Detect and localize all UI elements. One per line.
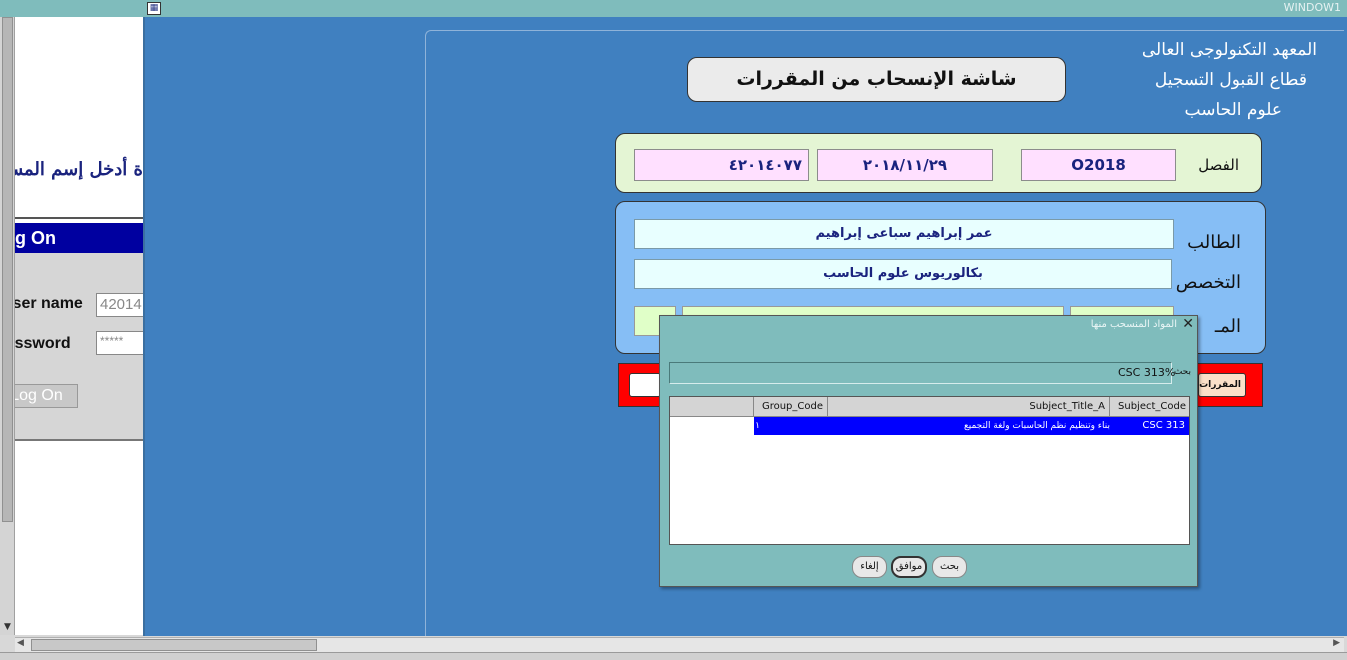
courses-button[interactable]: المقررات: [1198, 373, 1246, 397]
cell-subject-title[interactable]: بناء وتنظيم نظم الحاسبات ولغة التجميع: [828, 417, 1110, 435]
scroll-right-arrow-icon[interactable]: ▶: [1333, 638, 1340, 648]
ok-button[interactable]: موافق: [891, 556, 927, 578]
student-name-field[interactable]: عمر إبراهيم سباعى إبراهيم: [634, 219, 1174, 249]
institute-department: علوم الحاسب: [1184, 100, 1282, 120]
date-field[interactable]: ٢٠١٨/١١/٢٩: [817, 149, 993, 181]
semester-label: الفصل: [1198, 156, 1239, 174]
dialog-title: المواد المنسحب منها: [1090, 319, 1177, 330]
major-field[interactable]: بكالوريوس علوم الحاسب: [634, 259, 1172, 289]
login-box: Log On User name 42014 Password ***** Lo…: [15, 223, 143, 441]
search-input[interactable]: CSC 313%: [669, 362, 1175, 384]
status-bar: [0, 652, 1347, 660]
window-titlebar: [0, 0, 1347, 17]
vertical-scrollbar[interactable]: ▼: [0, 17, 15, 635]
close-icon[interactable]: ✕: [1182, 316, 1194, 332]
password-input[interactable]: *****: [96, 331, 143, 355]
student-id-field[interactable]: ٤٢٠١٤٠٧٧: [634, 149, 809, 181]
courses-action-button[interactable]: [629, 373, 661, 397]
semester-code-field[interactable]: O2018: [1021, 149, 1176, 181]
search-label: بحث: [1173, 367, 1191, 377]
institute-sector: قطاع القبول التسجيل: [1154, 70, 1307, 90]
major-label: التخصص: [1175, 272, 1241, 293]
password-label: Password: [15, 335, 71, 352]
cell-group-code[interactable]: ١: [754, 417, 828, 435]
column-header-group-code[interactable]: Group_Code: [754, 397, 828, 417]
column-header-subject-code[interactable]: Subject_Code: [1110, 397, 1189, 417]
window-title: WINDOW1: [1283, 1, 1341, 14]
column-header-subject-title[interactable]: Subject_Title_A: [828, 397, 1110, 417]
scrollbar-thumb[interactable]: [2, 17, 13, 522]
cell-subject-code[interactable]: CSC 313: [1110, 417, 1189, 435]
level-label: المـ: [1214, 316, 1241, 337]
scroll-left-arrow-icon[interactable]: ◀: [17, 638, 24, 648]
results-grid[interactable]: Group_Code Subject_Title_A Subject_Code …: [669, 396, 1190, 545]
login-header: Log On: [15, 223, 143, 253]
form-title: شاشة الإنسحاب من المقررات: [687, 57, 1066, 102]
username-input[interactable]: 42014: [96, 293, 143, 317]
login-window: ة أدخل إسم المس Log On User name 42014 P…: [15, 17, 143, 635]
search-button[interactable]: بحث: [932, 556, 967, 578]
username-label: User name: [15, 295, 83, 312]
app-form-icon: ▦: [147, 2, 161, 15]
login-header-label: Log On: [15, 228, 56, 248]
scrollbar-thumb[interactable]: [31, 639, 317, 651]
student-label: الطالب: [1187, 232, 1241, 253]
cancel-button[interactable]: إلغاء: [852, 556, 887, 578]
divider: [15, 217, 143, 219]
semester-panel: الفصل O2018 ٢٠١٨/١١/٢٩ ٤٢٠١٤٠٧٧: [615, 133, 1262, 193]
withdrawn-courses-dialog: المواد المنسحب منها ✕ CSC 313% بحث Group…: [659, 315, 1198, 587]
institute-name: المعهد التكنولوجى العالى: [1141, 40, 1317, 60]
logon-button[interactable]: Log On: [15, 384, 78, 408]
horizontal-scrollbar[interactable]: ◀ ▶: [15, 637, 1344, 652]
grid-header-blank: [670, 397, 754, 417]
login-prompt: ة أدخل إسم المس: [15, 159, 143, 180]
scroll-down-arrow-icon[interactable]: ▼: [2, 622, 13, 633]
